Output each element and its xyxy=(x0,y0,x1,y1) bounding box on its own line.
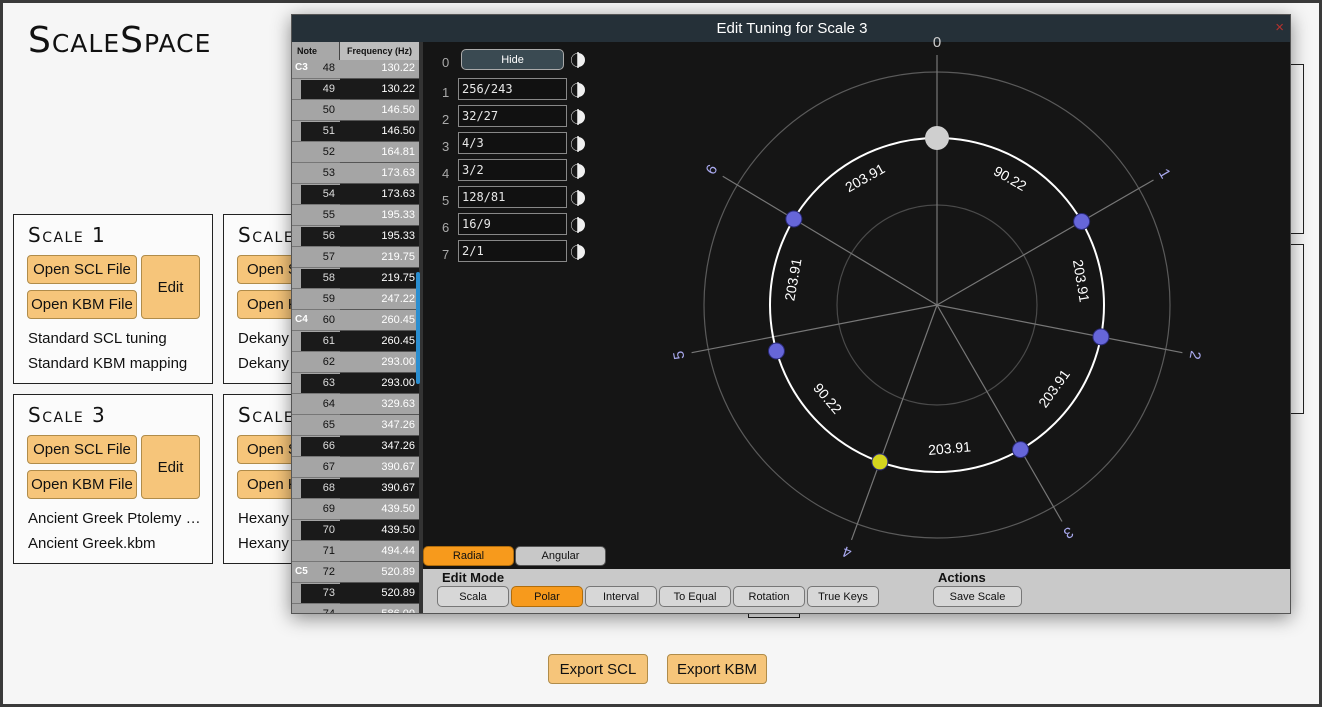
note-number: 73 xyxy=(322,587,335,599)
interval-label: 203.91 xyxy=(842,160,887,195)
edit-tuning-modal: Edit Tuning for Scale 3 × C3 48 130.22 49 13… xyxy=(291,14,1291,614)
note-number-cell: 73 xyxy=(292,582,340,603)
spoke-line xyxy=(691,304,938,354)
degree-handle[interactable] xyxy=(871,453,889,471)
mode-scala-button[interactable]: Scala xyxy=(437,586,509,607)
interval-label: 203.91 xyxy=(1070,258,1093,303)
spoke-line xyxy=(936,304,1183,354)
scale-1-card: Scale 1 Open SCL File Open KBM File Edit… xyxy=(13,214,213,384)
note-number: 74 xyxy=(322,608,335,614)
save-scale-button[interactable]: Save Scale xyxy=(933,586,1022,607)
degree-handle[interactable] xyxy=(1012,441,1029,459)
spoke-label: 0 xyxy=(933,34,941,51)
mode-true-keys-button[interactable]: True Keys xyxy=(807,586,879,607)
scale-3-card: Scale 3 Open SCL File Open KBM File Edit… xyxy=(13,394,213,564)
mode-rotation-button[interactable]: Rotation xyxy=(733,586,805,607)
spoke-label: 2 xyxy=(1186,349,1204,360)
actions-label: Actions xyxy=(938,570,986,585)
interval-label: 203.91 xyxy=(781,257,804,302)
note-number: 72 xyxy=(322,566,335,578)
export-scl-button[interactable]: Export SCL xyxy=(548,654,648,684)
spoke-line xyxy=(722,175,938,306)
spoke-line xyxy=(936,179,1154,306)
frequency-cell: 520.89 xyxy=(340,582,419,603)
mode-to-equal-button[interactable]: To Equal xyxy=(659,586,731,607)
spoke-label: 4 xyxy=(840,542,854,560)
edit-mode-bar: Edit Mode Actions Scala Polar Interval T… xyxy=(423,569,1290,613)
scale-3-open-kbm-button[interactable]: Open KBM File xyxy=(27,470,137,499)
note-row[interactable]: C5 72 520.89 xyxy=(292,561,419,582)
degree-handle[interactable] xyxy=(767,342,785,360)
note-row[interactable]: 73 520.89 xyxy=(292,582,419,603)
note-number-cell: C5 72 xyxy=(292,561,340,582)
scale-3-open-scl-button[interactable]: Open SCL File xyxy=(27,435,137,464)
spoke-label: 5 xyxy=(670,349,688,360)
scale-3-scl-name: Ancient Greek Ptolemy Diatonic xyxy=(28,510,208,527)
scale-3-kbm-name: Ancient Greek.kbm xyxy=(28,535,156,552)
octave-label: C5 xyxy=(295,566,308,577)
scale-1-scl-name: Standard SCL tuning xyxy=(28,330,167,347)
spoke-label: 1 xyxy=(1155,166,1174,182)
note-row[interactable]: 74 586.00 xyxy=(292,603,419,614)
degree-handle[interactable] xyxy=(1092,328,1110,346)
interval-label: 203.91 xyxy=(927,438,971,458)
app-title: ScaleSpace xyxy=(28,20,212,61)
export-kbm-button[interactable]: Export KBM xyxy=(667,654,767,684)
scale-3-edit-button[interactable]: Edit xyxy=(141,435,200,499)
spoke-line xyxy=(850,304,938,541)
radial-toggle-button[interactable]: Radial xyxy=(423,546,514,566)
spoke-label: 6 xyxy=(703,162,722,178)
edit-mode-label: Edit Mode xyxy=(442,570,505,585)
scale-1-open-scl-button[interactable]: Open SCL File xyxy=(27,255,137,284)
note-number-cell: 74 xyxy=(292,603,340,614)
scale-1-edit-button[interactable]: Edit xyxy=(141,255,200,319)
interval-label: 90.22 xyxy=(991,163,1030,194)
spoke-line xyxy=(936,304,1063,522)
scale-1-open-kbm-button[interactable]: Open KBM File xyxy=(27,290,137,319)
degree-handle[interactable] xyxy=(785,210,803,228)
degree-handle[interactable] xyxy=(1073,213,1091,230)
mode-polar-button[interactable]: Polar xyxy=(511,586,583,607)
frequency-cell: 586.00 xyxy=(340,603,419,613)
scale-1-kbm-name: Standard KBM mapping xyxy=(28,355,188,372)
polar-tuning-dial[interactable]: 0 1 2 3 4 5 6 90.22 203.91 203.91 203.91 90.22 203.9… xyxy=(292,15,1291,560)
frequency-cell: 520.89 xyxy=(340,561,419,582)
interval-label: 203.91 xyxy=(1035,366,1073,410)
scale-1-title: Scale 1 xyxy=(28,223,107,247)
scale-3-title: Scale 3 xyxy=(28,403,107,427)
spoke-label: 3 xyxy=(1060,523,1076,542)
interval-label: 90.22 xyxy=(810,380,845,417)
root-degree-handle[interactable] xyxy=(925,126,949,150)
angular-toggle-button[interactable]: Angular xyxy=(515,546,606,566)
mode-interval-button[interactable]: Interval xyxy=(585,586,657,607)
